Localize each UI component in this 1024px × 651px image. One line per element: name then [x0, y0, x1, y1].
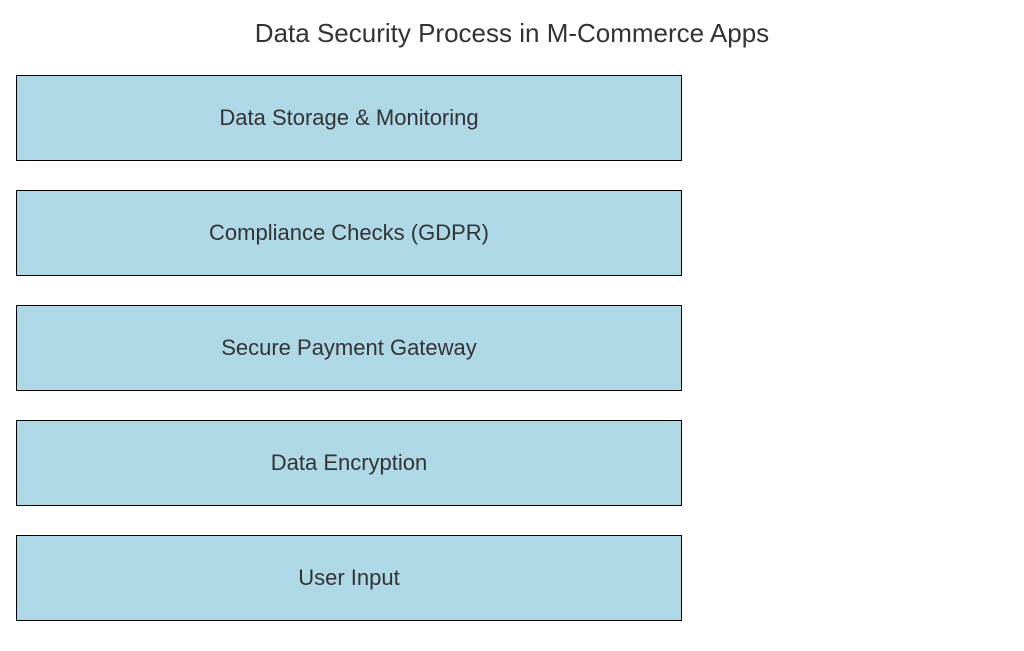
process-box-label: Secure Payment Gateway: [221, 335, 477, 361]
process-box-user-input: User Input: [16, 535, 682, 621]
process-box-compliance: Compliance Checks (GDPR): [16, 190, 682, 276]
diagram-title: Data Security Process in M-Commerce Apps: [0, 18, 1024, 49]
process-box-encryption: Data Encryption: [16, 420, 682, 506]
process-box-label: Data Encryption: [271, 450, 428, 476]
process-box-label: Compliance Checks (GDPR): [209, 220, 489, 246]
process-boxes-container: Data Storage & Monitoring Compliance Che…: [16, 75, 682, 650]
process-box-data-storage: Data Storage & Monitoring: [16, 75, 682, 161]
process-box-label: Data Storage & Monitoring: [219, 105, 478, 131]
process-box-payment-gateway: Secure Payment Gateway: [16, 305, 682, 391]
process-box-label: User Input: [298, 565, 400, 591]
